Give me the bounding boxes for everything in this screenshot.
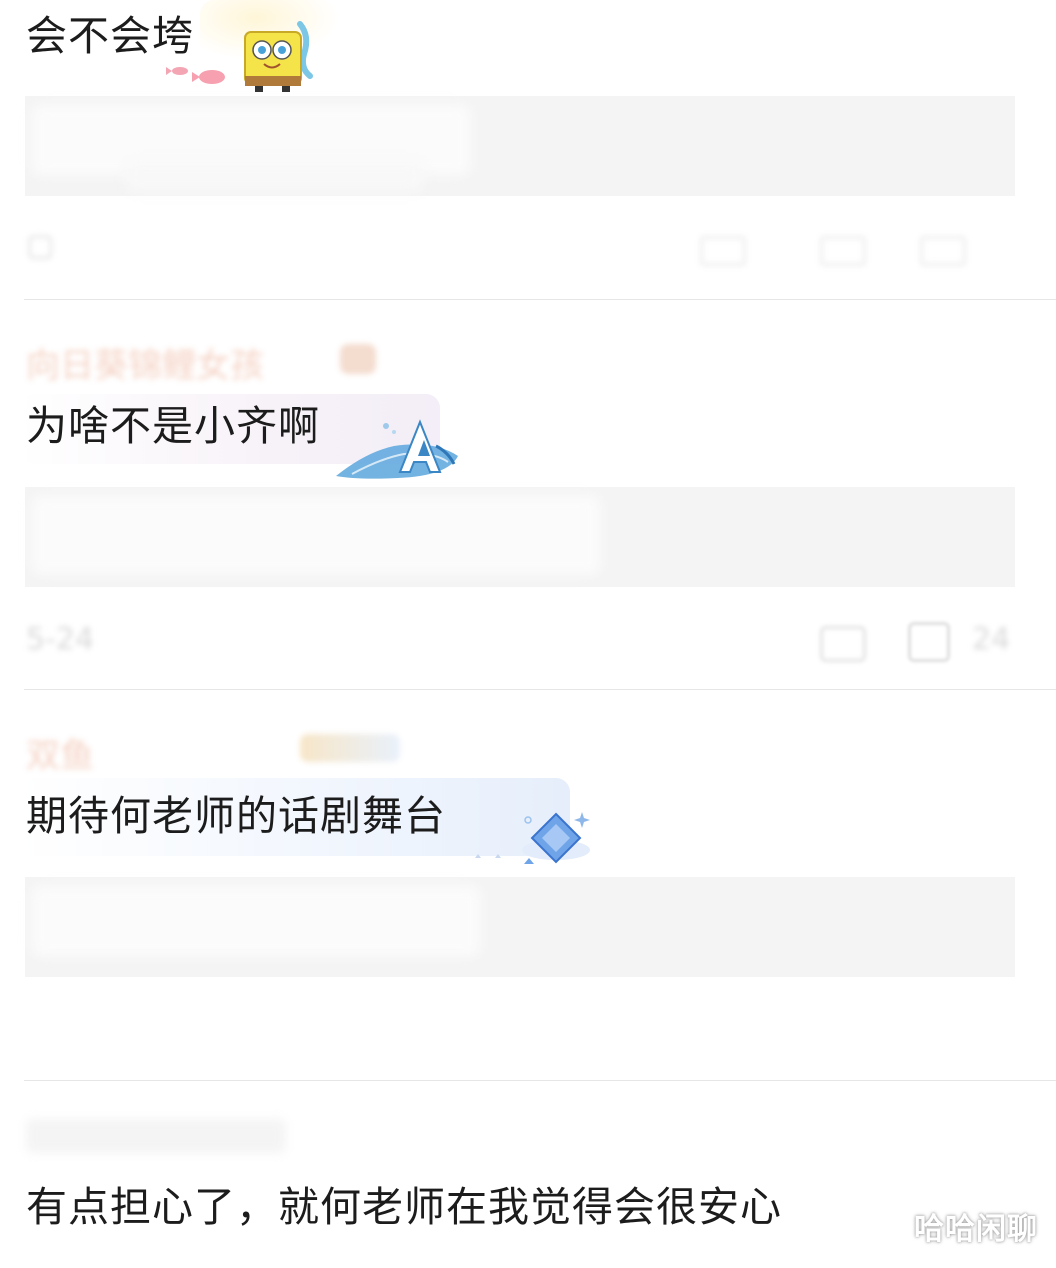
- username-faded[interactable]: [26, 1119, 286, 1153]
- username[interactable]: 双鱼: [26, 728, 94, 777]
- like-count: 24: [972, 622, 1011, 657]
- comment-text: 为啥不是小齐啊: [26, 402, 320, 450]
- comment-item-1: 会不会垮 ▢: [0, 0, 1056, 300]
- spongebob-sticker-icon: [166, 21, 313, 92]
- blue-diamond-sticker-icon: [475, 812, 590, 864]
- comment-item-3: 双鱼 期待何老师的话剧舞台: [0, 690, 1056, 1080]
- username[interactable]: 向日葵锦鲤女孩: [26, 338, 264, 387]
- comment-meta-faded: ▢: [26, 228, 55, 263]
- meta-icons-faded: [700, 228, 1000, 268]
- quoted-reply-panel: [25, 487, 1015, 587]
- comment-icon[interactable]: [820, 626, 866, 662]
- watermark: 哈哈闲聊: [914, 1212, 1038, 1247]
- user-badge-icon: [300, 734, 400, 762]
- user-badge-icon: [340, 344, 376, 374]
- quoted-reply-panel: [25, 96, 1015, 196]
- crystal-a-sticker-icon: [336, 419, 458, 479]
- comment-item-2: 向日葵锦鲤女孩 为啥不是小齐啊 5-24 24: [0, 300, 1056, 690]
- comment-text: 期待何老师的话剧舞台: [26, 792, 446, 840]
- comment-date: 5-24: [26, 622, 95, 657]
- comment-item-4: 有点担心了，就何老师在我觉得会很安心: [0, 1081, 1056, 1268]
- like-icon[interactable]: [908, 622, 950, 662]
- quoted-reply-panel: [25, 877, 1015, 977]
- comment-text: 有点担心了，就何老师在我觉得会很安心: [26, 1183, 782, 1231]
